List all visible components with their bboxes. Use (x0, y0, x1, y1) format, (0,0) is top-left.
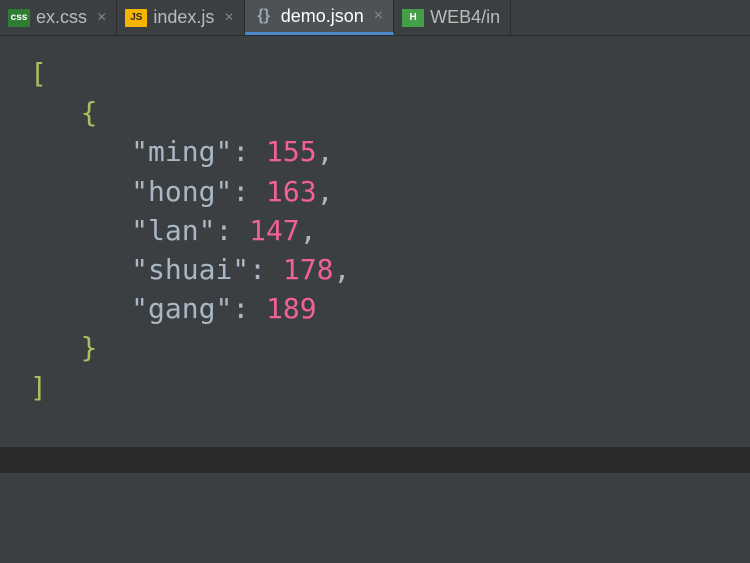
json-value: 178 (283, 253, 334, 286)
json-value: 163 (266, 175, 317, 208)
colon: : (232, 135, 266, 168)
code-line: "gang": 189 (30, 289, 750, 328)
comma: , (300, 214, 317, 247)
tab-js[interactable]: JS index.js × (117, 0, 244, 35)
tab-bar: css ex.css × JS index.js × {} demo.json … (0, 0, 750, 36)
comma: , (333, 253, 350, 286)
json-key: "lan" (131, 214, 215, 247)
json-key: "shuai" (131, 253, 249, 286)
open-brace: { (81, 96, 98, 129)
json-value: 189 (266, 292, 317, 325)
json-key: "ming" (131, 135, 232, 168)
close-bracket: ] (30, 371, 47, 404)
close-icon[interactable]: × (97, 9, 106, 27)
json-value: 155 (266, 135, 317, 168)
html-icon: H (402, 9, 424, 27)
colon: : (215, 214, 249, 247)
close-icon[interactable]: × (224, 9, 233, 27)
json-key: "hong" (131, 175, 232, 208)
close-brace: } (81, 331, 98, 364)
tab-html[interactable]: H WEB4/in (394, 0, 511, 35)
open-bracket: [ (30, 57, 47, 90)
colon: : (249, 253, 283, 286)
json-value: 147 (249, 214, 300, 247)
code-line: "shuai": 178, (30, 250, 750, 289)
code-line: "hong": 163, (30, 172, 750, 211)
colon: : (232, 292, 266, 325)
tab-css[interactable]: css ex.css × (0, 0, 117, 35)
close-icon[interactable]: × (374, 7, 383, 25)
comma: , (317, 135, 334, 168)
code-line: "lan": 147, (30, 211, 750, 250)
code-editor[interactable]: [ { "ming": 155, "hong": 163, "lan": 147… (0, 36, 750, 407)
tab-label: ex.css (36, 7, 87, 28)
comma: , (317, 175, 334, 208)
tab-label: WEB4/in (430, 7, 500, 28)
tab-label: index.js (153, 7, 214, 28)
code-line: "ming": 155, (30, 132, 750, 171)
css-icon: css (8, 9, 30, 27)
js-icon: JS (125, 9, 147, 27)
json-key: "gang" (131, 292, 232, 325)
status-bar (0, 447, 750, 473)
tab-label: demo.json (281, 6, 364, 27)
colon: : (232, 175, 266, 208)
json-icon: {} (253, 7, 275, 25)
tab-json[interactable]: {} demo.json × (245, 0, 394, 35)
